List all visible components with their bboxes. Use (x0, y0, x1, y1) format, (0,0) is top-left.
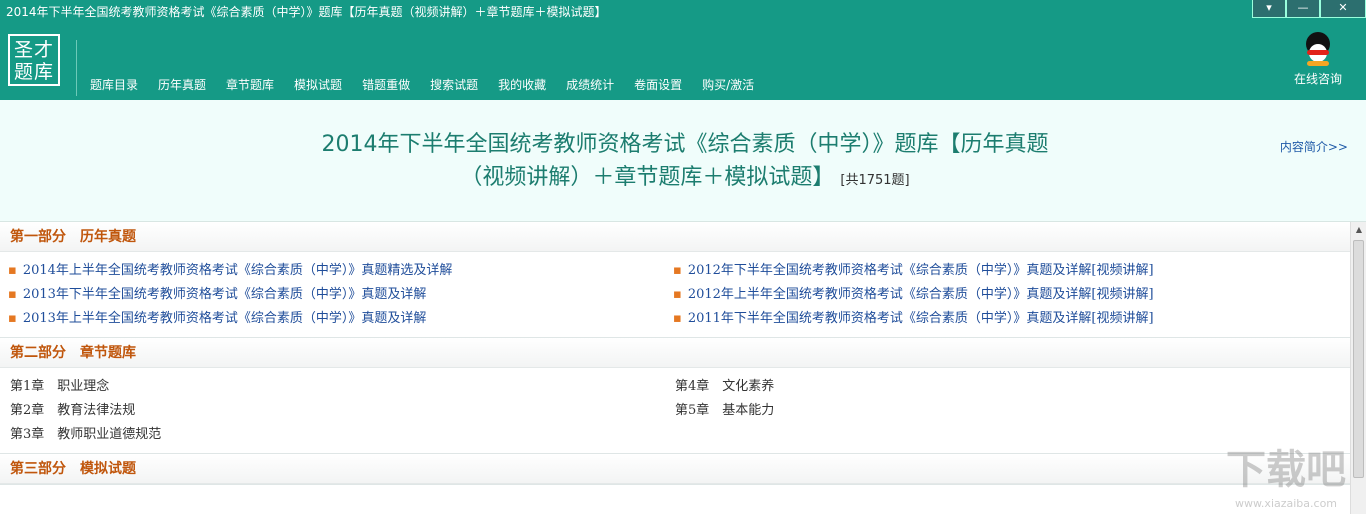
chapter-link[interactable]: 第1章 职业理念 (0, 375, 665, 399)
section-title: 第一部分 历年真题 (0, 222, 1350, 252)
logo-divider (76, 40, 77, 96)
nav-item-past-exams[interactable]: 历年真题 (148, 75, 216, 95)
bullet-icon: ▪ (673, 287, 682, 302)
online-consult-button[interactable]: 在线咨询 (1288, 32, 1348, 87)
bank-title-line1: 2014年下半年全国统考教师资格考试《综合素质（中学）》题库【历年真题 (321, 132, 1049, 157)
section-mock-tests: 第三部分 模拟试题 (0, 454, 1350, 485)
question-count: [共1751题] (840, 173, 910, 188)
nav-item-statistics[interactable]: 成绩统计 (556, 75, 624, 95)
watermark-text: 下载吧 (1226, 447, 1346, 493)
bank-title: 2014年下半年全国统考教师资格考试《综合素质（中学）》题库【历年真题 （视频讲… (270, 128, 1100, 197)
nav-item-redo-mistakes[interactable]: 错题重做 (352, 75, 420, 95)
exam-link-label: 2014年上半年全国统考教师资格考试《综合素质（中学）》真题精选及详解 (22, 263, 453, 278)
exam-link-label: 2011年下半年全国统考教师资格考试《综合素质（中学）》真题及详解[视频讲解] (687, 311, 1154, 326)
exam-link[interactable]: ▪ 2012年上半年全国统考教师资格考试《综合素质（中学）》真题及详解[视频讲解] (665, 283, 1350, 307)
section-chapter-bank: 第二部分 章节题库 第1章 职业理念 第2章 教育法律法规 第3章 教师职业道德… (0, 338, 1350, 454)
catalog-content: 第一部分 历年真题 ▪ 2014年上半年全国统考教师资格考试《综合素质（中学）》真… (0, 222, 1350, 514)
bullet-icon: ▪ (673, 311, 682, 326)
exam-link-label: 2012年下半年全国统考教师资格考试《综合素质（中学）》真题及详解[视频讲解] (687, 263, 1154, 278)
logo-line1: 圣才 (13, 39, 54, 61)
watermark-logo: 下载吧 www.xiazaiba.com (1218, 442, 1354, 512)
watermark-url: www.xiazaiba.com (1234, 497, 1338, 510)
minimize-button[interactable]: — (1286, 0, 1320, 18)
chapter-link[interactable]: 第3章 教师职业道德规范 (0, 423, 665, 447)
nav-item-search[interactable]: 搜索试题 (420, 75, 488, 95)
nav-item-catalog[interactable]: 题库目录 (80, 75, 148, 95)
bullet-icon: ▪ (673, 263, 682, 278)
window-controls: ▾ — ✕ (1252, 0, 1366, 20)
bullet-icon: ▪ (8, 311, 17, 326)
logo-line2: 题库 (13, 61, 54, 83)
scroll-up-icon[interactable]: ▲ (1351, 222, 1366, 238)
window-title: 2014年下半年全国统考教师资格考试《综合素质（中学）》题库【历年真题（视频讲解… (6, 5, 607, 19)
exam-link-label: 2012年上半年全国统考教师资格考试《综合素质（中学）》真题及详解[视频讲解] (687, 287, 1154, 302)
main-nav: 题库目录 历年真题 章节题库 模拟试题 错题重做 搜索试题 我的收藏 成绩统计 … (80, 75, 764, 95)
bullet-icon: ▪ (8, 287, 17, 302)
bank-title-line2: （视频讲解）＋章节题库＋模拟试题】 (460, 165, 835, 190)
nav-item-settings[interactable]: 卷面设置 (624, 75, 692, 95)
exam-link-label: 2013年下半年全国统考教师资格考试《综合素质（中学）》真题及详解 (22, 287, 427, 302)
section-title: 第二部分 章节题库 (0, 338, 1350, 368)
intro-link[interactable]: 内容简介>> (1280, 138, 1348, 155)
nav-item-mock-tests[interactable]: 模拟试题 (284, 75, 352, 95)
exam-link[interactable]: ▪ 2011年下半年全国统考教师资格考试《综合素质（中学）》真题及详解[视频讲解] (665, 307, 1350, 331)
qq-penguin-icon (1303, 32, 1333, 66)
exam-link[interactable]: ▪ 2013年上半年全国统考教师资格考试《综合素质（中学）》真题及详解 (0, 307, 665, 331)
exam-link[interactable]: ▪ 2012年下半年全国统考教师资格考试《综合素质（中学）》真题及详解[视频讲解] (665, 259, 1350, 283)
close-button[interactable]: ✕ (1320, 0, 1366, 18)
app-logo: 圣才 题库 (8, 34, 60, 86)
nav-item-favorites[interactable]: 我的收藏 (488, 75, 556, 95)
scrollbar-thumb[interactable] (1353, 240, 1364, 478)
top-navbar: 圣才 题库 题库目录 历年真题 章节题库 模拟试题 错题重做 搜索试题 我的收藏… (0, 24, 1366, 100)
chapter-link[interactable]: 第4章 文化素养 (665, 375, 1350, 399)
online-consult-label: 在线咨询 (1293, 72, 1342, 86)
exam-link[interactable]: ▪ 2013年下半年全国统考教师资格考试《综合素质（中学）》真题及详解 (0, 283, 665, 307)
window-titlebar: 2014年下半年全国统考教师资格考试《综合素质（中学）》题库【历年真题（视频讲解… (0, 0, 1366, 24)
bullet-icon: ▪ (8, 263, 17, 278)
section-past-exams: 第一部分 历年真题 ▪ 2014年上半年全国统考教师资格考试《综合素质（中学）》真… (0, 222, 1350, 338)
nav-item-purchase[interactable]: 购买/激活 (692, 75, 764, 95)
section-title: 第三部分 模拟试题 (0, 454, 1350, 484)
exam-link[interactable]: ▪ 2014年上半年全国统考教师资格考试《综合素质（中学）》真题精选及详解 (0, 259, 665, 283)
menu-dropdown-button[interactable]: ▾ (1252, 0, 1286, 18)
chapter-link[interactable]: 第5章 基本能力 (665, 399, 1350, 423)
nav-item-chapter-bank[interactable]: 章节题库 (216, 75, 284, 95)
exam-link-label: 2013年上半年全国统考教师资格考试《综合素质（中学）》真题及详解 (22, 311, 427, 326)
chapter-link[interactable]: 第2章 教育法律法规 (0, 399, 665, 423)
